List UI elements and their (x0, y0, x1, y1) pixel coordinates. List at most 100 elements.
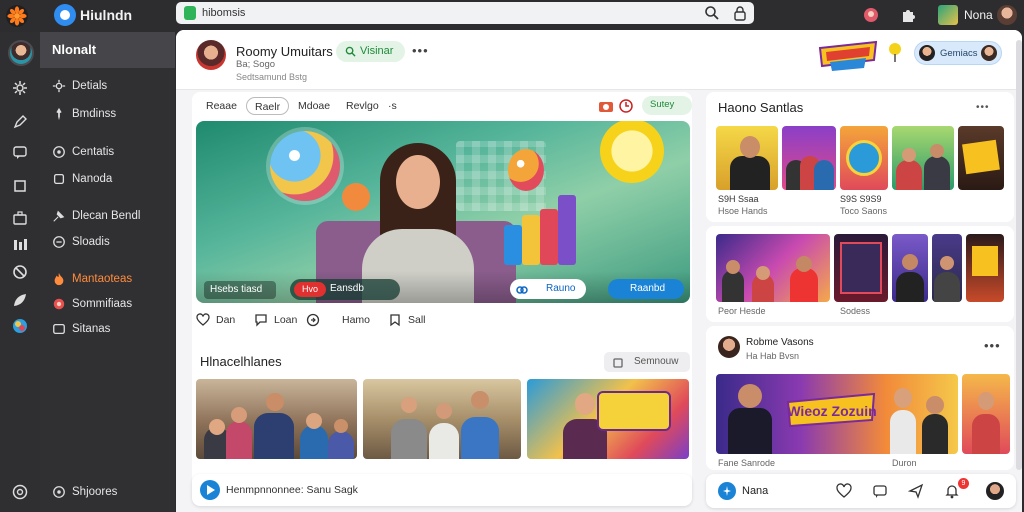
help-icon[interactable] (12, 484, 28, 500)
video-thumbnail[interactable] (892, 126, 954, 190)
profile-meta: Sedtsamund Bstg (236, 72, 308, 82)
avatar[interactable] (196, 40, 226, 70)
video-thumbnail[interactable] (527, 379, 689, 459)
hero-action-button[interactable]: Rauno (510, 279, 586, 299)
tab-mdoae[interactable]: Mdoae (290, 97, 338, 115)
send-icon[interactable] (908, 483, 924, 499)
group-chip[interactable]: Gemiacs (914, 41, 1002, 65)
panel-title: Haono Santlas (718, 100, 804, 115)
sidebar-item-mantaoteas[interactable]: Mantaoteas (50, 271, 172, 289)
video-thumbnail[interactable] (840, 126, 888, 190)
scrollbar[interactable] (1016, 40, 1022, 470)
avatar[interactable] (986, 482, 1004, 500)
leaf-icon[interactable] (12, 292, 28, 308)
dock-label[interactable]: Nana (742, 485, 768, 497)
avatar[interactable] (997, 5, 1017, 25)
more-options-icon[interactable]: ••• (984, 338, 1001, 353)
puzzle-icon[interactable] (900, 6, 918, 24)
video-thumbnail[interactable] (834, 234, 888, 302)
video-thumbnail[interactable] (363, 379, 521, 459)
heart-icon[interactable] (836, 483, 852, 499)
more-options-icon[interactable]: ••• (412, 43, 429, 58)
live-status-button[interactable]: Sutey (642, 96, 692, 115)
sidebar-item-sitanas[interactable]: Sitanas (50, 321, 172, 339)
assistant-icon[interactable] (718, 482, 736, 500)
bottom-dock: Nana 9 (706, 474, 1016, 508)
chat-icon[interactable] (12, 144, 28, 160)
filter-icon (612, 356, 624, 368)
comment-button[interactable]: Loan (254, 313, 304, 329)
app-icon[interactable] (54, 4, 76, 26)
sidebar-item-dlecan-bendl[interactable]: Dlecan Bendl (50, 208, 172, 226)
video-thumbnail[interactable] (932, 234, 962, 302)
avatar (981, 45, 997, 61)
app-logo-icon[interactable] (6, 5, 28, 27)
comment-icon (254, 313, 268, 327)
video-thumbnail[interactable]: Wieoz Zozuin (716, 374, 958, 454)
video-thumbnail[interactable] (962, 374, 1010, 454)
visibility-button[interactable]: Visinar (336, 41, 405, 62)
video-thumbnail[interactable] (782, 126, 836, 190)
gear-icon (52, 79, 66, 93)
sidebar-item-sommifiaas[interactable]: Sommifiaas (50, 296, 172, 314)
live-indicator[interactable]: Hvo Eansdb (290, 279, 400, 300)
thumbnail-caption: Peor Hesde (718, 306, 766, 316)
notification-badge: 9 (958, 478, 969, 489)
lock-icon[interactable] (732, 5, 748, 21)
briefcase-icon[interactable] (12, 210, 28, 226)
profile-name[interactable]: Nona (964, 8, 993, 22)
sidebar-item-label: Sitanas (72, 323, 111, 335)
avatar (919, 45, 935, 61)
video-thumbnail[interactable] (716, 126, 778, 190)
tab-reaae[interactable]: Reaae (198, 97, 245, 115)
sidebar-item-label: Sommifiaas (72, 298, 133, 310)
post-author[interactable]: Robme Vasons (746, 337, 814, 348)
more-options-icon[interactable]: ••• (976, 102, 990, 113)
sidebar-item-centatis[interactable]: Centatis (50, 144, 172, 162)
tab-more[interactable]: ·s (380, 97, 405, 115)
section-title: Hlnacelhlanes (200, 354, 282, 369)
sidebar-item-bmdinss[interactable]: Bmdinss (50, 106, 172, 124)
video-thumbnail[interactable] (716, 234, 830, 302)
lemon-decoration (600, 121, 664, 183)
comment-icon[interactable] (872, 483, 888, 499)
block-icon[interactable] (12, 264, 28, 280)
message-composer[interactable]: Henmpnnonnee: Sanu Sagk (192, 474, 692, 506)
hero-video[interactable]: Hsebs tiasd Hvo Eansdb Rauno Raanbd (196, 121, 690, 303)
bars-icon[interactable] (12, 236, 28, 252)
sidebar-item-nanoda[interactable]: Nanoda (50, 171, 172, 189)
like-button[interactable]: Dan (196, 313, 246, 329)
camera-icon[interactable] (598, 98, 614, 114)
url-text[interactable]: hibomsis (202, 7, 245, 19)
colorful-app-icon[interactable] (12, 318, 28, 334)
sidebar-item-sloadis[interactable]: Sloadis (50, 234, 172, 252)
address-bar[interactable]: hibomsis (176, 2, 754, 24)
search-icon[interactable] (704, 5, 720, 21)
profile-picture[interactable] (938, 5, 958, 25)
notification-icon[interactable] (862, 6, 880, 24)
tab-raelr[interactable]: Raelr (246, 97, 290, 115)
video-thumbnail[interactable] (958, 126, 1004, 190)
sidebar-item-shjoores[interactable]: Shjoores (50, 484, 172, 502)
section-view-button[interactable]: Semnouw (604, 352, 690, 372)
sidebar-item-details[interactable]: Detials (50, 78, 172, 96)
video-thumbnail[interactable] (196, 379, 357, 459)
thumbnail-caption: Duron (892, 458, 917, 468)
pen-icon[interactable] (12, 114, 28, 130)
profile-name[interactable]: Roomy Umuitars (236, 44, 333, 59)
save-button[interactable]: Sall (388, 313, 438, 329)
save-icon (388, 313, 402, 327)
gear-icon[interactable] (12, 80, 28, 96)
avatar[interactable] (8, 40, 34, 66)
show-logo[interactable] (816, 38, 880, 72)
clock-icon[interactable] (618, 98, 634, 114)
avatar[interactable] (718, 336, 740, 358)
recommendations-panel: Haono Santlas ••• S9H Ssaa Hsoe Hands S9… (706, 92, 1014, 222)
hero-primary-button[interactable]: Raanbd (608, 279, 684, 299)
video-thumbnail[interactable] (966, 234, 1004, 302)
video-thumbnail[interactable] (892, 234, 928, 302)
sidebar-title: Nlonalt (52, 42, 97, 57)
square-icon[interactable] (12, 178, 28, 194)
pin-icon[interactable] (888, 42, 902, 62)
share-button[interactable]: Hamo (306, 313, 376, 329)
